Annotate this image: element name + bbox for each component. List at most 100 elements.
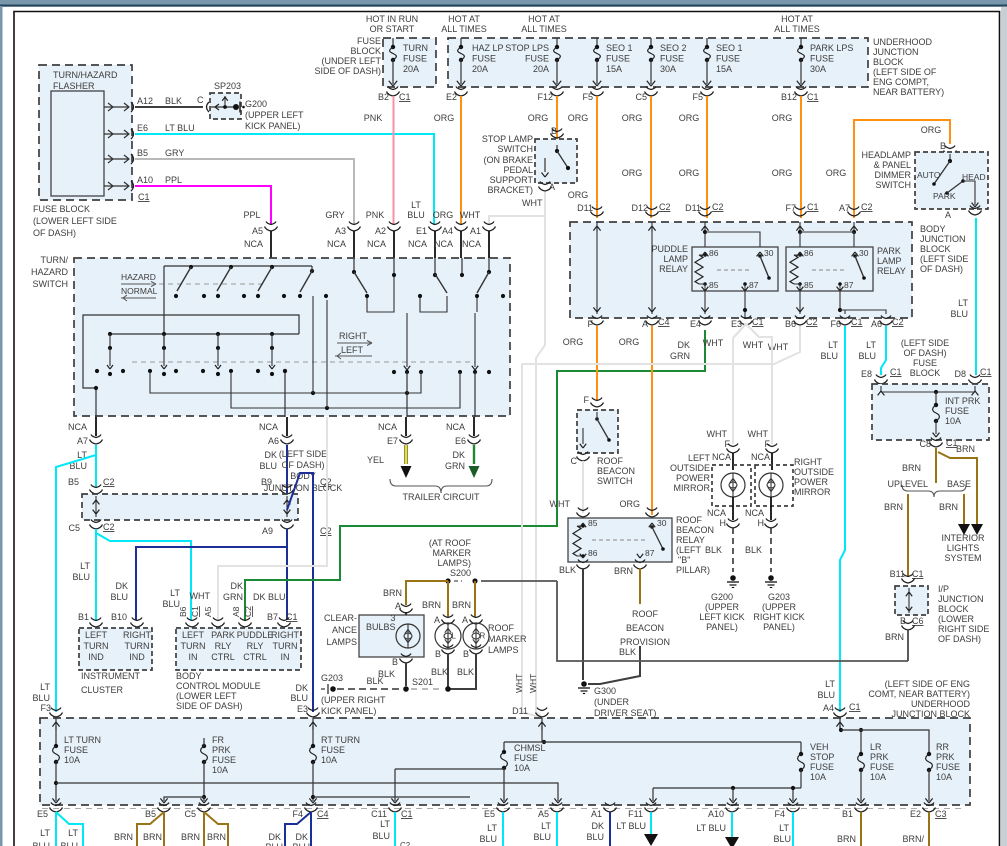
svg-text:A5: A5 <box>203 606 213 617</box>
svg-text:A: A <box>549 182 555 192</box>
svg-text:GRN: GRN <box>223 592 243 602</box>
svg-text:LAMPS: LAMPS <box>326 637 357 647</box>
svg-text:D11: D11 <box>577 203 593 213</box>
svg-text:PPL: PPL <box>165 175 182 185</box>
svg-text:85: 85 <box>804 280 814 290</box>
svg-text:C1: C1 <box>851 317 863 327</box>
svg-text:20A: 20A <box>403 64 419 74</box>
svg-text:B6: B6 <box>785 319 796 329</box>
svg-text:E5: E5 <box>37 809 48 819</box>
svg-text:B1: B1 <box>78 612 89 622</box>
svg-text:PANEL): PANEL) <box>763 622 795 632</box>
svg-text:RIGHT: RIGHT <box>339 331 368 341</box>
svg-text:NCA: NCA <box>712 452 731 462</box>
svg-text:DK BLU: DK BLU <box>253 592 286 602</box>
svg-text:FUSE: FUSE <box>525 54 549 64</box>
svg-text:C5: C5 <box>184 809 196 819</box>
svg-text:FUSE BLOCK: FUSE BLOCK <box>33 204 90 214</box>
svg-text:C1: C1 <box>980 367 992 377</box>
svg-text:SWITCH: SWITCH <box>876 180 912 190</box>
svg-text:DK: DK <box>268 832 281 842</box>
svg-text:LT: LT <box>866 340 876 350</box>
svg-text:LT: LT <box>779 823 789 833</box>
svg-text:F4: F4 <box>292 809 303 819</box>
svg-text:C8: C8 <box>919 439 931 449</box>
svg-text:OUTSIDE: OUTSIDE <box>794 467 834 477</box>
svg-text:RIGHT: RIGHT <box>794 457 823 467</box>
svg-text:UPLEVEL: UPLEVEL <box>887 479 928 489</box>
svg-text:BLU: BLU <box>290 693 308 703</box>
svg-text:C1: C1 <box>912 569 924 579</box>
svg-text:10A: 10A <box>870 772 886 782</box>
svg-text:B5: B5 <box>68 477 79 487</box>
svg-text:BULBS: BULBS <box>366 622 396 632</box>
svg-text:RIGHT: RIGHT <box>123 630 152 640</box>
svg-text:CLUSTER: CLUSTER <box>81 685 124 695</box>
svg-text:C1: C1 <box>807 92 819 102</box>
svg-text:(LEFT SIDE OF ENG: (LEFT SIDE OF ENG <box>885 679 970 689</box>
svg-text:E5: E5 <box>484 809 495 819</box>
svg-text:85: 85 <box>709 280 719 290</box>
svg-text:PUDDLE: PUDDLE <box>651 244 688 254</box>
svg-text:G200: G200 <box>245 99 267 109</box>
svg-text:C1: C1 <box>890 367 902 377</box>
svg-text:ORG: ORG <box>679 113 700 123</box>
svg-text:B12: B12 <box>781 92 797 102</box>
svg-text:WHT: WHT <box>748 429 769 439</box>
svg-text:CTRL: CTRL <box>211 652 235 662</box>
svg-text:C2: C2 <box>400 841 411 846</box>
svg-text:SIDE OF DASH): SIDE OF DASH) <box>314 66 381 76</box>
svg-text:ORG: ORG <box>921 125 942 135</box>
svg-text:A12: A12 <box>137 96 153 106</box>
svg-text:OF DASH): OF DASH) <box>33 228 76 238</box>
svg-text:CONTROL MODULE: CONTROL MODULE <box>176 681 261 691</box>
svg-text:87: 87 <box>645 548 655 558</box>
svg-text:BLU: BLU <box>407 210 425 220</box>
svg-text:SWITCH: SWITCH <box>33 279 69 289</box>
svg-text:F12: F12 <box>537 92 553 102</box>
svg-text:PEDAL: PEDAL <box>503 165 533 175</box>
svg-text:ALL TIMES: ALL TIMES <box>521 24 567 34</box>
svg-text:NCA: NCA <box>707 508 726 518</box>
svg-text:BLK: BLK <box>457 667 474 677</box>
svg-text:C2: C2 <box>103 522 115 532</box>
svg-text:C6: C6 <box>912 616 924 626</box>
svg-text:BRN/: BRN/ <box>902 834 924 844</box>
svg-text:BRN: BRN <box>181 832 200 842</box>
svg-text:30A: 30A <box>660 64 676 74</box>
svg-text:BLK: BLK <box>431 667 448 677</box>
svg-text:LT: LT <box>487 823 497 833</box>
svg-text:FUSE: FUSE <box>936 762 960 772</box>
svg-text:LT BLU: LT BLU <box>696 823 726 833</box>
svg-text:ORG: ORG <box>772 113 793 123</box>
svg-text:SP203: SP203 <box>214 81 241 91</box>
svg-text:BLK: BLK <box>745 545 762 555</box>
svg-text:10A: 10A <box>514 763 530 773</box>
svg-text:B5: B5 <box>137 148 148 158</box>
svg-text:FUSE: FUSE <box>403 54 427 64</box>
svg-text:PRK: PRK <box>212 745 231 755</box>
svg-text:TURN: TURN <box>403 43 428 53</box>
svg-text:FUSE: FUSE <box>945 406 969 416</box>
svg-text:ORG: ORG <box>679 168 700 178</box>
svg-text:F: F <box>588 319 594 329</box>
svg-text:JUNCTION: JUNCTION <box>920 234 966 244</box>
svg-text:C1: C1 <box>849 702 861 712</box>
svg-text:TURN: TURN <box>181 641 206 651</box>
svg-text:A: A <box>434 615 440 625</box>
svg-text:ORG: ORG <box>563 337 584 347</box>
svg-text:LT: LT <box>411 200 421 210</box>
svg-text:ORG: ORG <box>528 113 549 123</box>
svg-text:INSTRUMENT: INSTRUMENT <box>81 671 140 681</box>
svg-text:NORMAL: NORMAL <box>121 286 158 296</box>
svg-text:E4: E4 <box>690 319 701 329</box>
svg-text:B: B <box>435 649 441 659</box>
svg-text:NCA: NCA <box>408 239 427 249</box>
svg-text:F11: F11 <box>628 809 643 819</box>
svg-text:(LEFT SIDE: (LEFT SIDE <box>279 449 327 459</box>
svg-text:WHT: WHT <box>707 429 728 439</box>
svg-text:A3: A3 <box>335 226 346 236</box>
svg-text:"B": "B" <box>678 555 690 565</box>
svg-text:GRY: GRY <box>325 210 344 220</box>
svg-text:OR START: OR START <box>370 24 415 34</box>
